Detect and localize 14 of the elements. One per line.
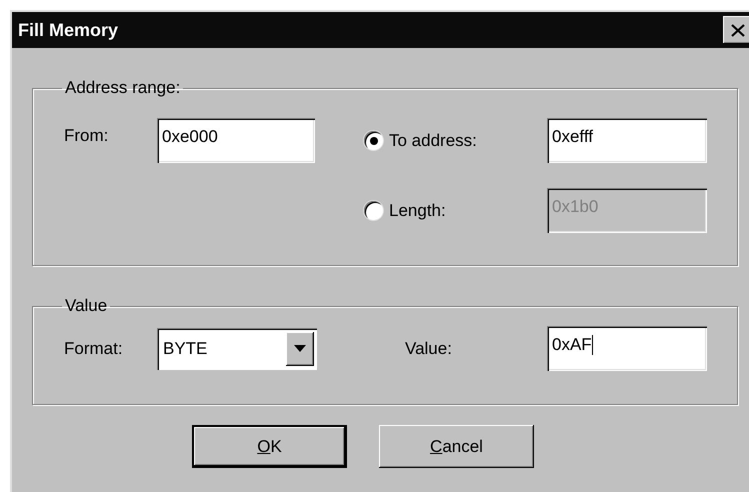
ok-button[interactable]: OK — [192, 425, 347, 468]
field-label: Value: — [405, 338, 453, 358]
radio-label: To address: — [389, 130, 477, 150]
cancel-button[interactable]: Cancel — [379, 425, 534, 468]
format-dropdown[interactable]: BYTE — [157, 328, 317, 370]
group-label: Value — [64, 296, 108, 316]
input-field[interactable]: 0xe000 — [157, 118, 315, 163]
field-label: From: — [64, 125, 110, 146]
field-label: Format: — [64, 338, 124, 358]
radio-label: Length: — [389, 200, 446, 220]
input-field[interactable]: 0xefff — [547, 118, 707, 163]
group-label: Address range: — [64, 78, 182, 98]
window-title: Fill Memory — [18, 20, 118, 40]
input-field[interactable]: 0xAF — [547, 326, 707, 371]
